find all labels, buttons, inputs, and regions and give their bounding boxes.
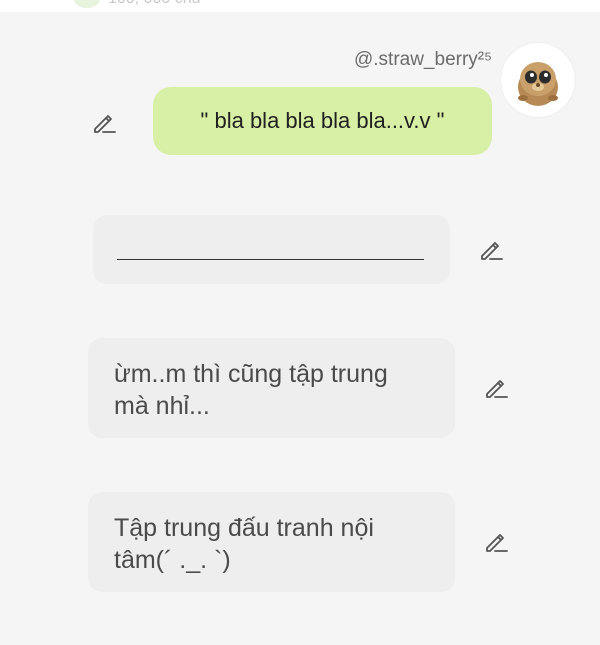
response-text: ừm..m thì cũng tập trung mà nhỉ...: [114, 360, 388, 420]
pencil-icon[interactable]: [483, 529, 509, 555]
top-status-icon: [74, 0, 100, 8]
pencil-icon-graphic: [486, 380, 508, 398]
pencil-icon-graphic: [481, 242, 503, 260]
blank-answer-line: [117, 259, 424, 260]
avatar-creature-icon: [518, 62, 558, 106]
pencil-icon[interactable]: [483, 375, 509, 401]
top-partial-text: 100, 000 chữ: [108, 0, 202, 8]
response-box: ừm..m thì cũng tập trung mà nhỉ...: [88, 338, 455, 438]
response-box: Tập trung đấu tranh nội tâm(´ ._. `): [88, 492, 455, 592]
comment-bubble: " bla bla bla bla bla...v.v ": [153, 87, 492, 155]
avatar[interactable]: [500, 42, 576, 118]
pencil-icon[interactable]: [478, 237, 504, 263]
comment-username: @.straw_berry²⁵: [353, 49, 492, 70]
top-bar: 100, 000 chữ: [0, 0, 600, 12]
pencil-icon-graphic: [94, 115, 116, 133]
response-text: Tập trung đấu tranh nội tâm(´ ._. `): [114, 514, 374, 574]
pencil-icon[interactable]: [91, 110, 117, 136]
pencil-icon-graphic: [486, 534, 508, 552]
response-field-empty[interactable]: [93, 215, 450, 284]
